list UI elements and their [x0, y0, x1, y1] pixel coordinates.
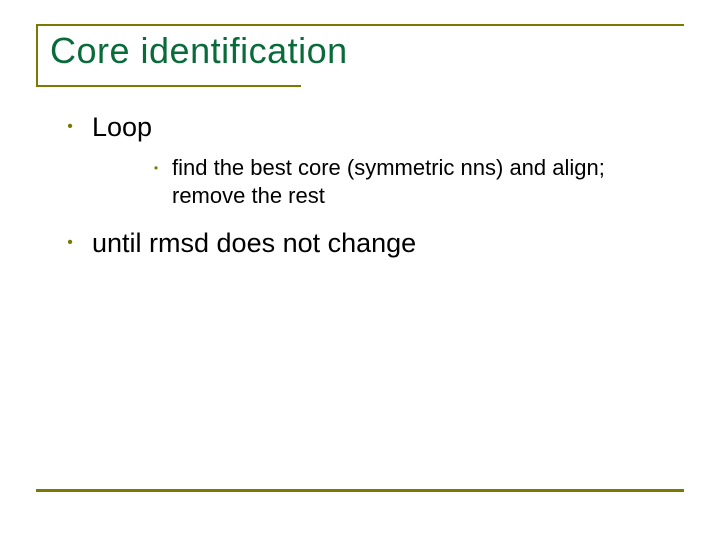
bottom-rule	[36, 489, 684, 492]
slide-title: Core identification	[50, 30, 348, 72]
bullet-dot-icon: •	[48, 110, 92, 144]
slide-body: • Loop • find the best core (symmetric n…	[48, 110, 672, 270]
bullet-level1: • until rmsd does not change	[48, 226, 672, 260]
bullet-text: find the best core (symmetric nns) and a…	[172, 154, 672, 210]
bullet-text: until rmsd does not change	[92, 226, 416, 260]
bullet-dot-icon: •	[48, 226, 92, 260]
bullet-level1: • Loop	[48, 110, 672, 144]
bullet-level2: • find the best core (symmetric nns) and…	[140, 154, 672, 210]
bullet-text: Loop	[92, 110, 152, 144]
bullet-dot-icon: •	[140, 154, 172, 182]
slide: Core identification • Loop • find the be…	[0, 0, 720, 540]
